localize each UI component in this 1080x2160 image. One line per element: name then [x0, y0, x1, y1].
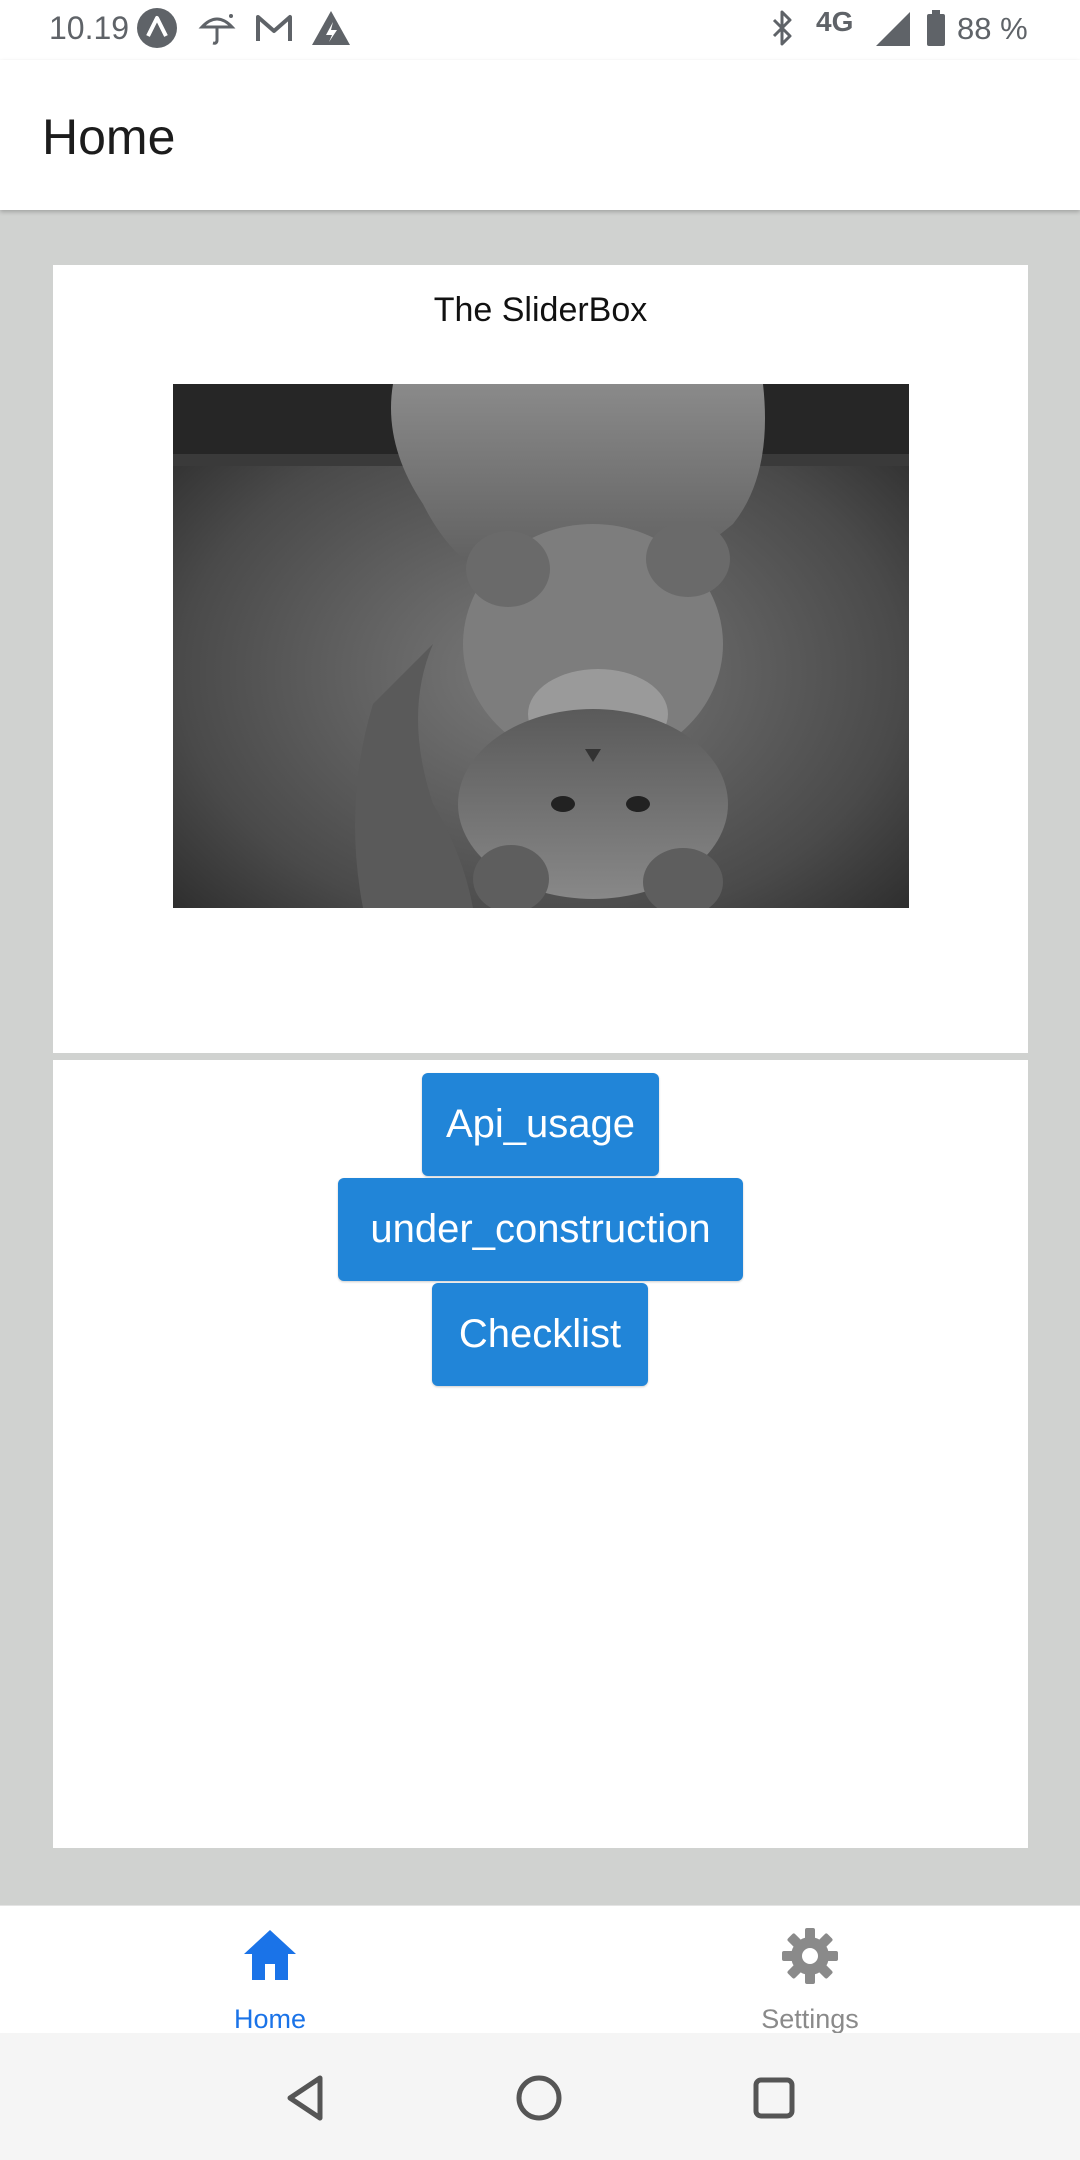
page-title: Home — [42, 109, 176, 165]
signal-icon — [872, 8, 912, 48]
app-bar: Home — [0, 60, 1080, 210]
tab-settings-label: Settings — [761, 2004, 859, 2034]
status-bar: 10.19 4G 88 % — [0, 0, 1080, 60]
network-type: 4G — [816, 6, 854, 37]
battery-percent: 88 % — [957, 11, 1028, 46]
slider-card: The SliderBox — [53, 265, 1028, 1095]
bluetooth-icon — [768, 8, 798, 48]
tab-home[interactable]: Home — [0, 1906, 540, 2034]
api-usage-button[interactable]: Api_usage — [422, 1073, 659, 1176]
slider-image[interactable] — [173, 384, 909, 908]
under-construction-button[interactable]: under_construction — [338, 1178, 743, 1281]
warning-icon — [310, 8, 352, 48]
content-area: The SliderBox Api_usage under_constructi… — [0, 210, 1080, 1905]
battery-icon — [925, 8, 947, 48]
status-time: 10.19 — [49, 10, 130, 46]
home-nav-icon[interactable] — [504, 2063, 574, 2133]
gmail-icon — [254, 8, 294, 48]
back-icon[interactable] — [270, 2063, 340, 2133]
recents-icon[interactable] — [739, 2063, 809, 2133]
checklist-button[interactable]: Checklist — [432, 1283, 648, 1386]
slider-title: The SliderBox — [433, 291, 648, 329]
tab-home-label: Home — [233, 2004, 307, 2034]
arc-app-icon — [136, 8, 178, 48]
tab-settings[interactable]: Settings — [540, 1906, 1080, 2034]
system-nav-bar — [0, 2033, 1080, 2160]
umbrella-icon — [198, 8, 236, 48]
bottom-tab-bar: Home Settings — [0, 1905, 1080, 2034]
home-icon — [244, 1930, 296, 1980]
gear-icon — [782, 1928, 838, 1984]
button-card: Api_usage under_construction Checklist — [53, 1060, 1028, 1848]
